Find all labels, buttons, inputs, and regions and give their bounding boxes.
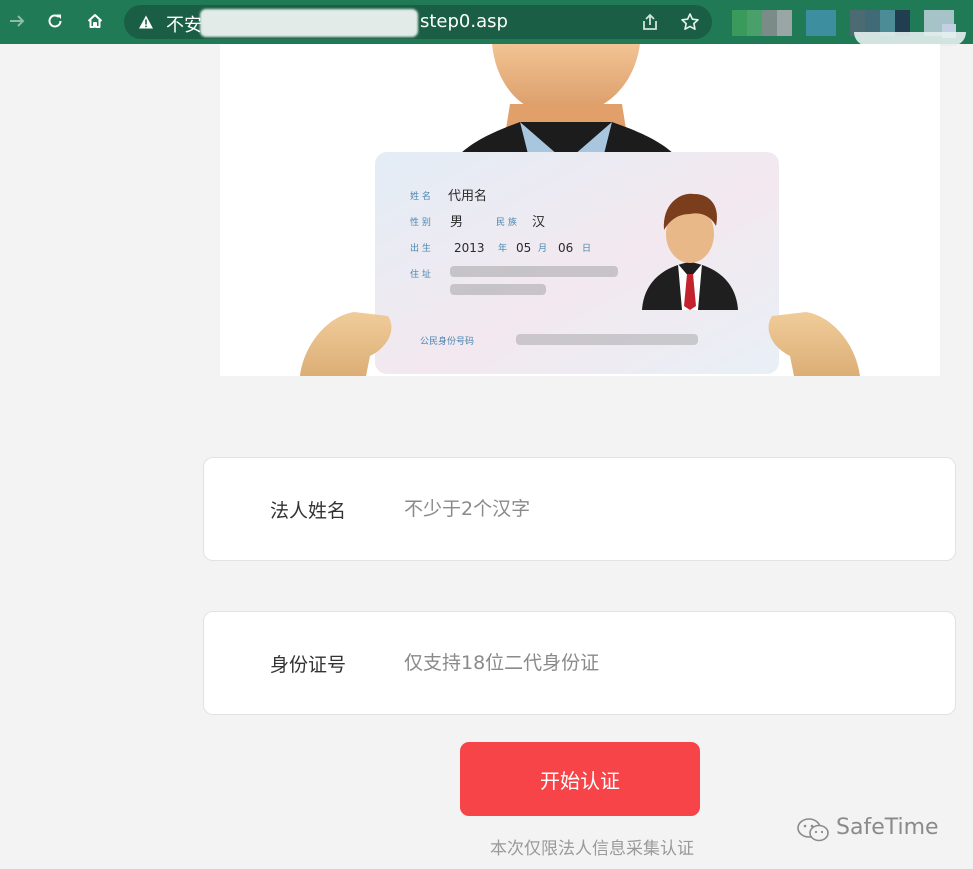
wechat-icon <box>797 818 829 842</box>
svg-text:性 别: 性 别 <box>410 216 431 228</box>
start-verification-button[interactable]: 开始认证 <box>460 742 700 816</box>
svg-text:民 族: 民 族 <box>496 216 517 228</box>
svg-text:月: 月 <box>538 243 547 254</box>
watermark-text: SafeTime <box>836 815 939 840</box>
legal-person-name-label: 法人姓名 <box>270 500 347 522</box>
svg-text:年: 年 <box>498 242 507 254</box>
id-number-label: 身份证号 <box>270 654 347 676</box>
legal-person-name-input[interactable] <box>404 494 904 524</box>
right-hand <box>768 312 860 376</box>
svg-text:2013: 2013 <box>454 241 485 255</box>
warning-triangle-icon <box>139 15 153 29</box>
svg-text:姓 名: 姓 名 <box>410 190 431 202</box>
star-icon[interactable] <box>680 12 700 32</box>
forward-arrow-icon[interactable] <box>4 8 30 34</box>
svg-text:06: 06 <box>558 241 573 255</box>
svg-text:汉: 汉 <box>532 215 545 230</box>
redacted-url-block <box>200 9 418 37</box>
id-number-input[interactable] <box>404 648 904 678</box>
share-icon[interactable] <box>640 12 660 32</box>
home-icon[interactable] <box>82 8 108 34</box>
url-path-text: step0.asp <box>420 11 508 32</box>
svg-text:代用名: 代用名 <box>448 188 487 204</box>
reload-icon[interactable] <box>42 8 68 34</box>
browser-toolbar: 不安 step0.asp <box>0 0 973 46</box>
url-security-text: 不安 <box>166 15 202 36</box>
svg-text:出 生: 出 生 <box>410 242 431 254</box>
extension-icons-redacted <box>728 6 973 46</box>
id-card-illustration: 姓 名 代用名 性 别 男 民 族 汉 出 生 2013 年 05 月 06 日… <box>220 44 940 376</box>
svg-text:日: 日 <box>582 243 591 254</box>
address-bar[interactable]: 不安 step0.asp <box>124 5 712 39</box>
svg-text:男: 男 <box>450 215 463 230</box>
svg-text:05: 05 <box>516 241 531 255</box>
legal-person-name-row: 法人姓名 <box>203 457 956 561</box>
id-number-row: 身份证号 <box>203 611 956 715</box>
svg-text:住 址: 住 址 <box>410 268 431 280</box>
svg-text:公民身份号码: 公民身份号码 <box>420 335 474 347</box>
collection-notice: 本次仅限法人信息采集认证 <box>490 839 694 859</box>
